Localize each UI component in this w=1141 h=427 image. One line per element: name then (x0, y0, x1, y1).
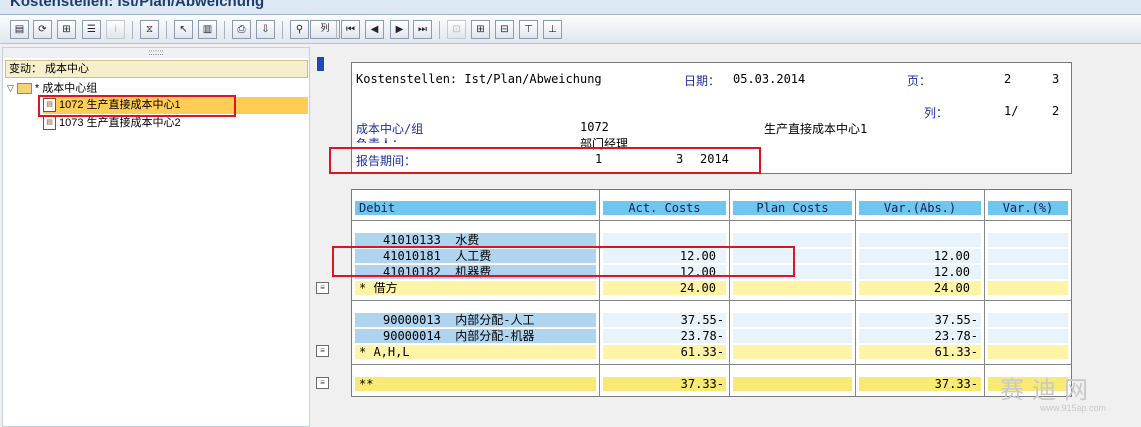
hierarchy-up-icon[interactable]: ⊥ (543, 20, 562, 39)
subtotal-var-pct (988, 345, 1068, 359)
folder-icon (16, 83, 32, 94)
highlight-box-rows (332, 246, 795, 277)
var-pct-cell (988, 233, 1068, 247)
cost-center-name: 生产直接成本中心1 (764, 122, 868, 136)
group-label: * 成本中心组 (34, 82, 98, 95)
tree-icon[interactable]: ⊞ (471, 20, 490, 39)
layout-icon[interactable]: ▤ (10, 20, 29, 39)
table-row-account[interactable]: 90000014 内部分配-机器 (355, 329, 596, 343)
last-page-icon[interactable]: ⏭ (413, 20, 432, 39)
plan-cell (733, 329, 852, 343)
hierarchy-down-icon[interactable]: ⊤ (519, 20, 538, 39)
table-row-account[interactable]: 90000013 内部分配-人工 (355, 313, 596, 327)
subtotal-var-abs: 61.33- (859, 345, 981, 359)
print-icon[interactable]: ⎙ (232, 20, 251, 39)
column-header-act-costs[interactable]: Act. Costs (603, 201, 726, 215)
var-pct-cell (988, 329, 1068, 343)
tree-item-1073[interactable]: ▤ 1073 生产直接成本中心2 (43, 115, 181, 132)
act-cell (603, 233, 726, 247)
table-row-account[interactable]: 41010133 水费 (355, 233, 596, 247)
tree-alt-icon[interactable]: ⊟ (495, 20, 514, 39)
splitter-grip[interactable]: ::::::: (3, 48, 309, 58)
var-abs-cell: 23.78- (859, 329, 981, 343)
total-row-icon[interactable]: ≡ (316, 377, 329, 389)
subtotal-row-icon[interactable]: ≡ (316, 282, 329, 294)
expand-icon[interactable]: ⊡ (447, 20, 466, 39)
date-value: 05.03.2014 (733, 72, 806, 86)
grand-total-label[interactable]: ** (355, 377, 596, 391)
subtotal-row-icon[interactable]: ≡ (316, 345, 329, 357)
binoculars-icon[interactable]: ⚲ (290, 20, 309, 39)
var-abs-cell: 12.00 (859, 265, 981, 279)
column-label: 列： (924, 106, 949, 120)
highlight-box-tree (38, 95, 236, 117)
subtotal-act: 61.33- (603, 345, 726, 359)
cursor-marker (317, 57, 324, 71)
plan-cell (733, 233, 852, 247)
tree-header: 变动： 成本中心 (5, 60, 308, 78)
application-toolbar: ▤ ⟳ ⊞ ☰ i ⧖ ↖ ▥ ⎙ ⇩ ⚲ 列 ⏮ ◀ ▶ ⏭ ⊡ ⊞ ⊟ ⊤ … (0, 15, 1141, 44)
refresh-icon[interactable]: ⟳ (33, 20, 52, 39)
select-icon[interactable]: ↖ (174, 20, 193, 39)
subtotal-var-pct (988, 281, 1068, 295)
subtotal-plan (733, 281, 852, 295)
responsible-label: 负责人： (356, 135, 404, 143)
date-label: 日期： (684, 74, 721, 88)
var-pct-cell (988, 265, 1068, 279)
prev-page-icon[interactable]: ◀ (365, 20, 384, 39)
var-abs-cell: 37.55- (859, 313, 981, 327)
cost-center-icon: ▤ (43, 116, 56, 131)
columns-icon[interactable]: ▥ (198, 20, 217, 39)
subtotal-var-abs: 24.00 (859, 281, 981, 295)
column-header-var-abs[interactable]: Var.(Abs.) (859, 201, 981, 215)
plan-cell (733, 313, 852, 327)
highlight-box-period (329, 147, 761, 174)
watermark-url: www.915ap.com (1040, 403, 1107, 413)
column-current: 1/ (1004, 104, 1019, 118)
title-bar: Kostenstellen: Ist/Plan/Abweichung (0, 0, 1141, 15)
grand-total-var-abs: 37.33- (859, 377, 981, 391)
next-page-icon[interactable]: ▶ (390, 20, 409, 39)
subtotal-plan (733, 345, 852, 359)
var-pct-cell (988, 249, 1068, 263)
column-header-var-pct[interactable]: Var.(%) (988, 201, 1068, 215)
column-header-plan-costs[interactable]: Plan Costs (733, 201, 852, 215)
subtotal-row-label[interactable]: * 借方 (355, 281, 596, 295)
var-abs-cell (859, 233, 981, 247)
page-label: 页： (907, 74, 932, 88)
page-current: 2 (1004, 72, 1012, 86)
subtotal-act: 24.00 (603, 281, 726, 295)
first-page-icon[interactable]: ⏮ (341, 20, 360, 39)
hierarchy-icon[interactable]: ⊞ (57, 20, 76, 39)
report-title: Kostenstellen: Ist/Plan/Abweichung (356, 72, 602, 86)
cost-center-value: 1072 (580, 120, 609, 134)
act-cell: 23.78- (603, 329, 726, 343)
column-header-debit[interactable]: Debit (355, 201, 596, 215)
var-abs-cell: 12.00 (859, 249, 981, 263)
column-total: 2 (1052, 104, 1060, 118)
grand-total-act: 37.33- (603, 377, 726, 391)
page-total: 3 (1052, 72, 1060, 86)
filter-icon[interactable]: ⧖ (140, 20, 159, 39)
window-title: Kostenstellen: Ist/Plan/Abweichung (10, 0, 265, 10)
export-icon[interactable]: ⇩ (256, 20, 275, 39)
watermark-logo: 赛迪网 (1000, 376, 1096, 404)
collapse-triangle-icon[interactable]: ▽ (7, 80, 14, 97)
list-icon[interactable]: ☰ (82, 20, 101, 39)
act-cell: 37.55- (603, 313, 726, 327)
var-pct-cell (988, 313, 1068, 327)
tree-item-label: 1073 生产直接成本中心2 (59, 117, 181, 129)
cost-report-table: Debit Act. Costs Plan Costs Var.(Abs.) V… (351, 189, 1072, 397)
subtotal-row-label[interactable]: * A,H,L (355, 345, 596, 359)
grand-total-plan (733, 377, 852, 391)
info-icon[interactable]: i (106, 20, 125, 39)
